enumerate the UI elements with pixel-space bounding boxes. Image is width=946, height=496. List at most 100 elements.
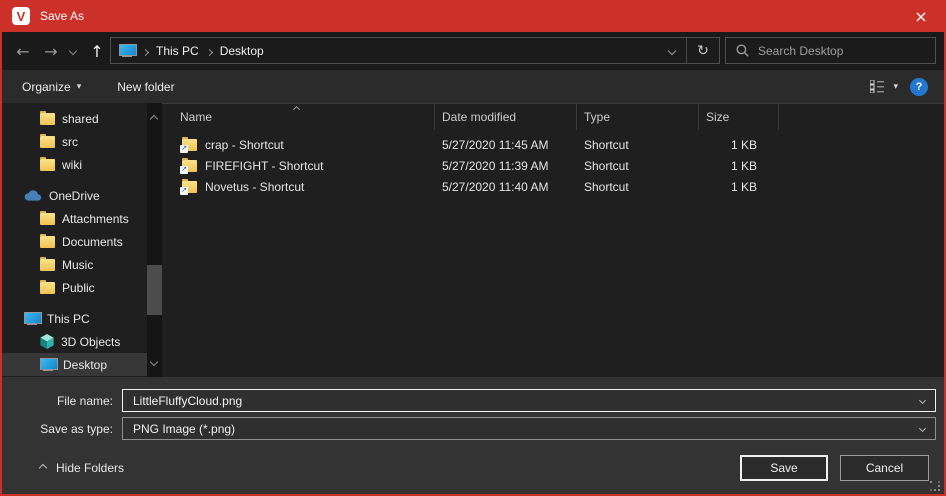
navigation-bar: ← → ↑ This PC Desktop ↻ Search Desktop bbox=[2, 32, 944, 70]
back-icon[interactable]: ← bbox=[10, 32, 36, 70]
file-name-input[interactable]: LittleFluffyCloud.png bbox=[122, 389, 936, 412]
column-header-type[interactable]: Type bbox=[577, 104, 699, 130]
column-header-name[interactable]: Name bbox=[162, 104, 435, 130]
vivaldi-app-icon: V bbox=[12, 7, 30, 25]
sidebar-item-attachments[interactable]: Attachments bbox=[2, 207, 162, 230]
close-icon[interactable]: × bbox=[898, 0, 944, 32]
desktop-location-icon bbox=[119, 44, 135, 57]
scroll-down-icon[interactable] bbox=[151, 354, 157, 368]
refresh-icon[interactable]: ↻ bbox=[687, 43, 719, 59]
sidebar-item-label: Documents bbox=[62, 235, 123, 249]
sidebar-item-label: Attachments bbox=[62, 212, 129, 226]
sidebar-item-src[interactable]: src bbox=[2, 130, 162, 153]
sidebar-item-3d-objects[interactable]: 3D Objects bbox=[2, 330, 162, 353]
toolbar-right-group: ▾ ? bbox=[870, 78, 944, 96]
sidebar-item-documents[interactable]: Documents bbox=[2, 230, 162, 253]
column-header-date-modified[interactable]: Date modified bbox=[435, 104, 577, 130]
view-mode-caret-icon[interactable]: ▾ bbox=[893, 82, 898, 92]
file-name-dropdown-chevron-icon[interactable] bbox=[919, 397, 926, 404]
file-date: 5/27/2020 11:45 AM bbox=[435, 134, 577, 155]
address-dropdown-chevron-icon[interactable] bbox=[658, 48, 686, 54]
file-date: 5/27/2020 11:40 AM bbox=[435, 176, 577, 197]
shortcut-arrow-overlay-icon: ↗ bbox=[180, 166, 188, 174]
file-size: 1 KB bbox=[699, 155, 779, 176]
column-label: Size bbox=[706, 110, 729, 124]
scroll-up-icon[interactable] bbox=[151, 111, 157, 125]
resize-grip[interactable] bbox=[930, 481, 940, 491]
sidebar-item-music[interactable]: Music bbox=[2, 253, 162, 276]
folder-shortcut-icon: ↗ bbox=[182, 160, 197, 172]
file-row-novetus-shortcut[interactable]: ↗Novetus - Shortcut 5/27/2020 11:40 AM S… bbox=[162, 176, 944, 197]
file-name: Novetus - Shortcut bbox=[205, 180, 304, 194]
new-folder-button[interactable]: New folder bbox=[117, 80, 174, 94]
help-icon[interactable]: ? bbox=[910, 78, 928, 96]
breadcrumb-desktop[interactable]: Desktop bbox=[220, 44, 264, 58]
hide-folders-label: Hide Folders bbox=[56, 461, 124, 475]
column-header-size[interactable]: Size bbox=[699, 104, 779, 130]
sidebar-item-label: Desktop bbox=[63, 358, 107, 372]
file-type: Shortcut bbox=[577, 176, 699, 197]
folder-icon bbox=[40, 259, 55, 271]
cancel-button[interactable]: Cancel bbox=[840, 455, 929, 481]
search-icon bbox=[736, 44, 749, 57]
save-button[interactable]: Save bbox=[740, 455, 828, 481]
up-one-level-icon[interactable]: ↑ bbox=[84, 32, 110, 70]
folder-icon bbox=[40, 159, 55, 171]
file-list-header: Name Date modified Type Size bbox=[162, 103, 944, 130]
hide-folders-chevron-icon bbox=[39, 464, 47, 472]
sidebar-item-public[interactable]: Public bbox=[2, 276, 162, 299]
folder-icon bbox=[40, 213, 55, 225]
app-icon-letter: V bbox=[17, 9, 26, 24]
search-box[interactable]: Search Desktop bbox=[725, 37, 936, 64]
folder-icon bbox=[40, 282, 55, 294]
sidebar-item-label: wiki bbox=[62, 158, 82, 172]
view-mode-button[interactable]: ▾ bbox=[870, 80, 898, 93]
sidebar-item-label: shared bbox=[62, 112, 99, 126]
file-name: crap - Shortcut bbox=[205, 138, 284, 152]
sidebar-item-label: OneDrive bbox=[49, 189, 100, 203]
file-name: FIREFIGHT - Shortcut bbox=[205, 159, 323, 173]
breadcrumb-this-pc[interactable]: This PC bbox=[156, 44, 199, 58]
file-name-value: LittleFluffyCloud.png bbox=[133, 394, 242, 408]
sidebar-item-wiki[interactable]: wiki bbox=[2, 153, 162, 176]
folder-icon bbox=[40, 136, 55, 148]
save-as-type-label: Save as type: bbox=[2, 422, 122, 436]
file-row-crap-shortcut[interactable]: ↗ crap - Shortcut 5/27/2020 11:45 AM Shor… bbox=[162, 134, 944, 155]
bottom-panel: File name: LittleFluffyCloud.png Save as… bbox=[2, 377, 944, 494]
file-type: Shortcut bbox=[577, 155, 699, 176]
breadcrumb-separator-icon bbox=[207, 44, 212, 58]
save-as-type-select[interactable]: PNG Image (*.png) bbox=[122, 417, 936, 440]
address-bar[interactable]: This PC Desktop ↻ bbox=[110, 37, 720, 64]
recent-locations-chevron-icon[interactable] bbox=[64, 32, 82, 70]
onedrive-cloud-icon bbox=[24, 190, 42, 201]
save-as-type-dropdown-chevron-icon[interactable] bbox=[919, 425, 926, 432]
save-as-type-value: PNG Image (*.png) bbox=[133, 422, 235, 436]
breadcrumb-separator-icon bbox=[143, 44, 148, 58]
file-rows: ↗ crap - Shortcut 5/27/2020 11:45 AM Shor… bbox=[162, 134, 944, 197]
file-size: 1 KB bbox=[699, 134, 779, 155]
monitor-icon bbox=[40, 358, 56, 371]
file-date: 5/27/2020 11:39 AM bbox=[435, 155, 577, 176]
sidebar-item-desktop[interactable]: Desktop bbox=[2, 353, 162, 376]
sidebar-item-this-pc[interactable]: This PC bbox=[2, 307, 162, 330]
sidebar-item-label: This PC bbox=[47, 312, 90, 326]
hide-folders-button[interactable]: Hide Folders bbox=[40, 461, 124, 475]
scrollbar-thumb[interactable] bbox=[147, 265, 162, 315]
organize-button[interactable]: Organize ▾ bbox=[22, 80, 81, 94]
sidebar-item-onedrive[interactable]: OneDrive bbox=[2, 184, 162, 207]
sidebar-item-shared[interactable]: shared bbox=[2, 107, 162, 130]
sidebar-scrollbar[interactable] bbox=[147, 103, 162, 377]
button-group: Save Cancel bbox=[740, 455, 929, 481]
file-row-firefight-shortcut[interactable]: ↗ FIREFIGHT - Shortcut 5/27/2020 11:39 AM… bbox=[162, 155, 944, 176]
folder-icon bbox=[40, 236, 55, 248]
file-name-label: File name: bbox=[2, 394, 122, 408]
dialog-footer: Hide Folders Save Cancel bbox=[2, 455, 944, 485]
file-list: Name Date modified Type Size ↗ crap - Sho… bbox=[162, 103, 944, 377]
shortcut-arrow-overlay-icon: ↗ bbox=[180, 145, 188, 153]
file-type: Shortcut bbox=[577, 134, 699, 155]
file-size: 1 KB bbox=[699, 176, 779, 197]
forward-icon[interactable]: → bbox=[38, 32, 64, 70]
column-label: Date modified bbox=[442, 110, 516, 124]
details-view-icon bbox=[870, 80, 885, 93]
sidebar-item-label: Music bbox=[62, 258, 93, 272]
